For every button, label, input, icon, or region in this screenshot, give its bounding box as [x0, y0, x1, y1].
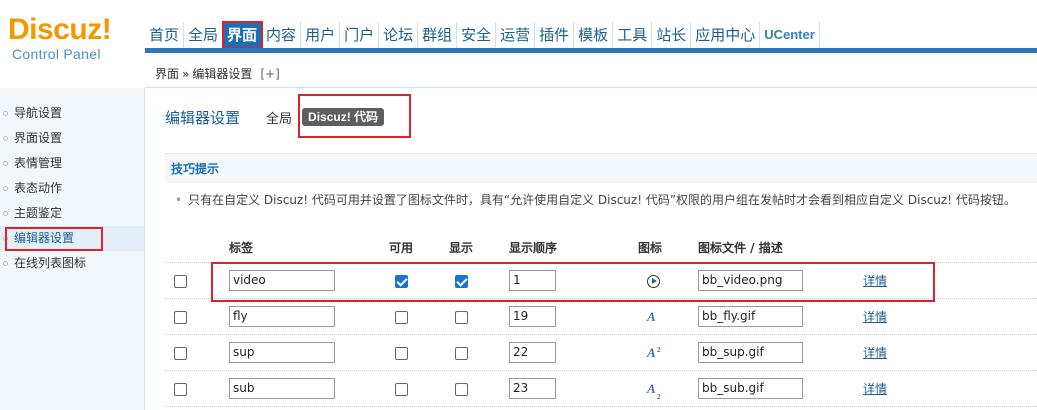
col-display: 显示: [449, 241, 474, 255]
sidebar-item-editor-settings[interactable]: 编辑器设置: [0, 226, 144, 251]
delete-checkbox[interactable]: [174, 346, 187, 360]
order-input[interactable]: 19: [509, 306, 556, 327]
bullet-icon: [3, 136, 8, 141]
nav-forum[interactable]: 论坛: [379, 22, 419, 48]
superscript-icon: A2: [647, 344, 661, 360]
bullet-icon: [3, 211, 8, 216]
delete-checkbox[interactable]: [174, 274, 187, 288]
nav-security[interactable]: 安全: [457, 22, 497, 48]
tag-input[interactable]: sup: [229, 342, 335, 363]
nav-plugins[interactable]: 插件: [535, 22, 575, 48]
nav-groups[interactable]: 群组: [418, 22, 458, 48]
sidebar-item-smilies[interactable]: 表情管理: [0, 151, 144, 176]
nav-underline: [145, 48, 1037, 53]
nav-portal[interactable]: 门户: [340, 22, 380, 48]
icon-file-input[interactable]: bb_sub.gif: [698, 378, 803, 399]
nav-templates[interactable]: 模板: [574, 22, 614, 48]
detail-link[interactable]: 详情: [863, 346, 887, 360]
tag-input[interactable]: sub: [229, 378, 335, 399]
nav-ucenter[interactable]: UCenter: [760, 22, 820, 48]
enabled-checkbox[interactable]: [395, 382, 408, 396]
bullet-icon: [3, 186, 8, 191]
breadcrumb-section: 界面: [155, 67, 180, 81]
nav-webmaster[interactable]: 站长: [652, 22, 692, 48]
breadcrumb: 界面 » 编辑器设置 [+]: [145, 60, 1037, 88]
table-header: 标签 可用 显示 显示顺序 图标 图标文件 / 描述: [165, 233, 1037, 263]
col-enabled: 可用: [389, 241, 414, 255]
add-shortcut-button[interactable]: [+]: [260, 67, 279, 81]
bullet-icon: [3, 261, 8, 266]
sidebar-item-thread-stamps[interactable]: 主题鉴定: [0, 201, 144, 226]
tips-text: • 只有在自定义 Discuz! 代码可用并设置了图标文件时，具有“允许使用自定义…: [175, 193, 1016, 207]
nav-operations[interactable]: 运营: [496, 22, 536, 48]
breadcrumb-page: 编辑器设置: [192, 67, 253, 81]
discuz-logo[interactable]: Discuz! Control Panel: [8, 13, 112, 63]
top-nav: 首页 全局 界面 内容 用户 门户 论坛 群组 安全 运营 插件 模板 工具 站…: [145, 21, 820, 49]
delete-checkbox[interactable]: [174, 382, 187, 396]
nav-content[interactable]: 内容: [262, 22, 302, 48]
order-input[interactable]: 22: [509, 342, 556, 363]
sidebar-item-online-icons[interactable]: 在线列表图标: [0, 251, 144, 276]
sidebar: 导航设置 界面设置 表情管理 表态动作 主题鉴定 编辑器设置 在线列表图标: [0, 88, 145, 410]
nav-interface[interactable]: 界面: [222, 21, 264, 49]
enabled-checkbox[interactable]: [395, 346, 408, 360]
sidebar-item-reactions[interactable]: 表态动作: [0, 176, 144, 201]
detail-link[interactable]: 详情: [863, 382, 887, 396]
bbcode-table: 标签 可用 显示 显示顺序 图标 图标文件 / 描述 video 1 bb_vi…: [165, 233, 1037, 407]
header: Discuz! Control Panel 首页 全局 界面 内容 用户 门户 …: [0, 0, 1037, 63]
page-title: 编辑器设置: [165, 108, 241, 127]
nav-home[interactable]: 首页: [145, 22, 185, 48]
tips-header: 技巧提示: [165, 153, 1037, 183]
highlight-box: [5, 227, 103, 251]
nav-users[interactable]: 用户: [301, 22, 341, 48]
enabled-checkbox[interactable]: [395, 310, 408, 324]
bullet-icon: [3, 161, 8, 166]
delete-checkbox[interactable]: [174, 310, 187, 324]
col-tag: 标签: [229, 241, 254, 255]
display-checkbox[interactable]: [455, 346, 468, 360]
highlight-box: [298, 94, 411, 138]
tab-global[interactable]: 全局: [266, 108, 292, 127]
main-content: 编辑器设置 全局 Discuz! 代码 技巧提示 • 只有在自定义 Discuz!…: [146, 89, 1037, 410]
sidebar-item-navigation[interactable]: 导航设置: [0, 101, 144, 126]
icon-file-input[interactable]: bb_sup.gif: [698, 342, 803, 363]
display-checkbox[interactable]: [455, 382, 468, 396]
col-icon: 图标: [638, 241, 663, 255]
table-row: sub 23 A2 bb_sub.gif 详情: [165, 371, 1037, 407]
highlight-box: [211, 262, 935, 302]
bullet-icon: •: [175, 193, 183, 207]
nav-tools[interactable]: 工具: [613, 22, 653, 48]
table-row: sup 22 A2 bb_sup.gif 详情: [165, 335, 1037, 371]
breadcrumb-separator: »: [182, 66, 190, 81]
logo-text: Discuz: [8, 13, 102, 46]
detail-link[interactable]: 详情: [863, 310, 887, 324]
logo-bang: !: [101, 13, 112, 46]
nav-global[interactable]: 全局: [184, 22, 224, 48]
logo-subtitle: Control Panel: [12, 46, 101, 62]
italic-a-icon: A: [647, 308, 656, 324]
icon-file-input[interactable]: bb_fly.gif: [698, 306, 803, 327]
display-checkbox[interactable]: [455, 310, 468, 324]
tag-input[interactable]: fly: [229, 306, 335, 327]
nav-app-center[interactable]: 应用中心: [691, 22, 761, 48]
bullet-icon: [3, 111, 8, 116]
order-input[interactable]: 23: [509, 378, 556, 399]
table-row: fly 19 A bb_fly.gif 详情: [165, 299, 1037, 335]
subscript-icon: A2: [647, 380, 661, 401]
col-file: 图标文件 / 描述: [698, 241, 783, 255]
col-order: 显示顺序: [509, 241, 558, 255]
sidebar-item-interface[interactable]: 界面设置: [0, 126, 144, 151]
